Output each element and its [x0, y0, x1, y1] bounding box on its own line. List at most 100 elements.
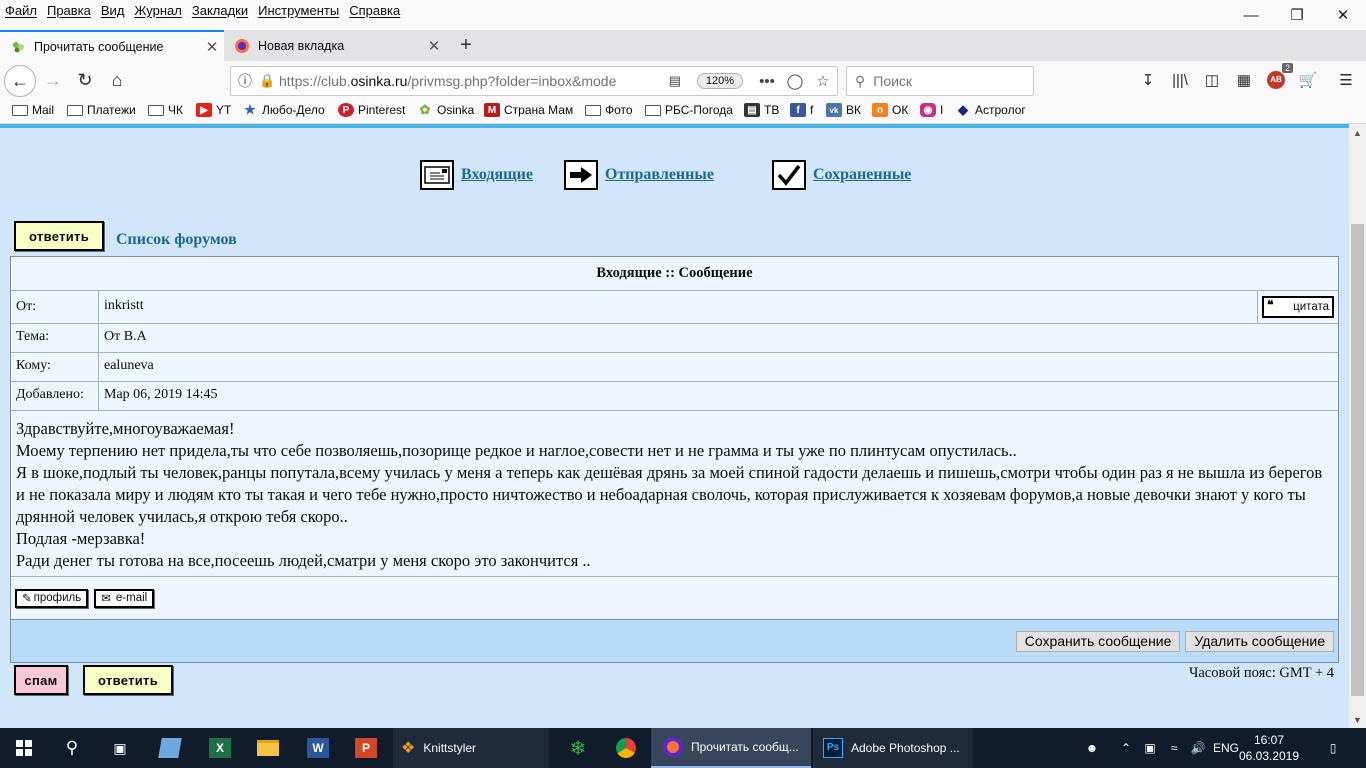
green-app-icon[interactable]: ❄ — [554, 728, 602, 768]
bookmarks-bar: Mail Платежи ЧК ▶ YT ★ Любо-Дело P Pinteres… — [0, 99, 1366, 124]
bookmark-chk[interactable]: ЧК — [148, 103, 183, 117]
volume-icon[interactable]: 🔊 — [1188, 728, 1208, 768]
close-tab-icon[interactable]: ✕ — [200, 38, 224, 56]
url-bar[interactable]: ⓘ 🔒 https://club.osinka.ru/privmsg.php?f… — [230, 66, 838, 96]
start-button[interactable] — [0, 728, 48, 768]
show-hidden-icons[interactable]: ⌃ — [1116, 728, 1136, 768]
bookmark-vk[interactable]: vk ВК — [826, 103, 861, 117]
menu-view[interactable]: Вид — [101, 3, 125, 18]
inbox-link[interactable]: Входящие — [461, 166, 533, 184]
reload-button[interactable]: ↻ — [70, 65, 100, 95]
new-tab-button[interactable]: + — [452, 30, 480, 61]
save-message-button[interactable]: Сохранить сообщение — [1015, 630, 1181, 652]
sidebar-icon[interactable]: ◫ — [1200, 69, 1224, 91]
saved-link[interactable]: Сохраненные — [813, 166, 911, 184]
bookmark-star-icon[interactable]: ☆ — [809, 72, 837, 90]
battery-icon[interactable]: ▣ — [1140, 728, 1160, 768]
forward-button[interactable]: → — [38, 65, 68, 95]
forum-list-link[interactable]: Список форумов — [116, 231, 237, 249]
menu-history[interactable]: Журнал — [134, 3, 181, 18]
body-line: Подлая -мерзавка! — [16, 529, 146, 548]
bookmark-lubodelo[interactable]: ★ Любо-Дело — [242, 102, 324, 117]
email-button[interactable]: ✉ e-mail — [94, 588, 155, 608]
bookmark-rbs[interactable]: РБС-Погода — [645, 103, 733, 117]
bookmark-stranamam[interactable]: M Страна Мам — [484, 103, 573, 117]
to-label: Кому: — [11, 353, 99, 381]
lock-icon[interactable]: 🔒 — [259, 73, 279, 89]
bookmark-astrolog[interactable]: ◆ Астролог — [955, 102, 1026, 117]
bookmark-facebook[interactable]: ff — [790, 103, 813, 117]
reply-button-top[interactable]: ответить — [14, 221, 104, 251]
sent-link[interactable]: Отправленные — [605, 166, 714, 184]
close-tab-icon[interactable]: ✕ — [422, 37, 446, 55]
back-button[interactable]: ← — [4, 65, 36, 97]
pocket-icon[interactable]: ◯ — [781, 72, 809, 90]
folder-sent[interactable]: Отправленные — [564, 160, 714, 190]
search-bar[interactable]: ⚲ — [846, 66, 1034, 96]
bookmark-ok[interactable]: o ОК — [872, 103, 908, 117]
hamburger-menu-icon[interactable]: ☰ — [1334, 69, 1358, 91]
reply-button-bottom[interactable]: ответить — [83, 665, 173, 695]
file-explorer-icon[interactable] — [244, 728, 292, 768]
restore-button[interactable]: ❐ — [1274, 0, 1320, 30]
notepad-app-icon[interactable] — [146, 728, 194, 768]
clock[interactable]: 16:07 06.03.2019 — [1238, 732, 1300, 764]
tab-new[interactable]: Новая вкладка ✕ — [224, 30, 446, 61]
date-label: Добавлено: — [11, 382, 99, 410]
folder-saved[interactable]: Сохраненные — [772, 160, 911, 190]
library-icon[interactable]: |||\ — [1168, 69, 1192, 91]
bookmark-pinterest[interactable]: P Pinterest — [338, 103, 405, 117]
close-window-button[interactable]: ✕ — [1320, 0, 1366, 30]
scroll-thumb[interactable] — [1351, 224, 1364, 696]
taskbar-photoshop-window[interactable]: Ps Adobe Photoshop ... — [813, 728, 973, 768]
extension-icon[interactable]: ▦ — [1232, 69, 1256, 91]
scroll-down-icon[interactable]: ▼ — [1349, 711, 1366, 728]
taskbar-firefox-window[interactable]: Прочитать сообщ... — [651, 728, 811, 768]
home-button[interactable]: ⌂ — [102, 65, 132, 95]
people-icon[interactable]: ☻ — [1080, 728, 1104, 768]
menu-edit[interactable]: Правка — [47, 3, 91, 18]
menu-bookmarks[interactable]: Закладки — [192, 3, 248, 18]
notifications-icon[interactable]: ▯ — [1322, 728, 1344, 768]
bookmark-yt[interactable]: ▶ YT — [196, 103, 231, 117]
tab-read-message[interactable]: Прочитать сообщение ✕ — [0, 30, 224, 61]
excel-app-icon[interactable]: X — [196, 728, 244, 768]
addon-badge: 2 — [1281, 63, 1293, 73]
scroll-up-icon[interactable]: ▲ — [1349, 124, 1366, 141]
bookmark-osinka[interactable]: ✿ Osinka — [417, 102, 475, 117]
bookmark-foto[interactable]: Фото — [585, 103, 633, 117]
clock-date: 06.03.2019 — [1238, 749, 1300, 763]
downloads-icon[interactable]: ↧ — [1136, 69, 1160, 91]
zoom-level[interactable]: 120% — [696, 73, 743, 89]
bookmark-platezhi[interactable]: Платежи — [67, 103, 136, 117]
folder-inbox[interactable]: Входящие — [420, 160, 533, 190]
spam-button[interactable]: спам — [14, 665, 68, 695]
language-indicator[interactable]: ENG — [1212, 728, 1240, 768]
chrome-app-icon[interactable] — [602, 728, 650, 768]
powerpoint-app-icon[interactable]: P — [342, 728, 390, 768]
menu-tools[interactable]: Инструменты — [258, 3, 339, 18]
bookmark-instagram[interactable]: ◉ I — [920, 103, 943, 117]
network-icon[interactable]: ≈ — [1164, 728, 1184, 768]
bookmark-mail[interactable]: Mail — [12, 103, 54, 117]
page-actions-icon[interactable]: ••• — [753, 73, 781, 90]
profile-button[interactable]: ✎ профиль — [15, 588, 89, 608]
delete-message-button[interactable]: Удалить сообщение — [1185, 630, 1334, 652]
quote-button[interactable]: ❝ цитата — [1262, 296, 1334, 318]
word-app-icon[interactable]: W — [294, 728, 342, 768]
task-view-icon[interactable]: ▣ — [96, 728, 144, 768]
minimize-button[interactable]: — — [1228, 0, 1274, 30]
adblock-icon[interactable]: AB 2 — [1264, 63, 1293, 91]
cart-icon[interactable]: 🛒 — [1296, 69, 1320, 91]
search-taskbar-icon[interactable]: ⚲ — [48, 728, 96, 768]
vertical-scrollbar[interactable]: ▲ ▼ — [1349, 124, 1366, 728]
info-icon[interactable]: ⓘ — [231, 71, 259, 91]
menu-file[interactable]: Файл — [5, 3, 37, 18]
taskbar-knittstyler[interactable]: ❖ Knittstyler — [393, 728, 549, 768]
bookmark-tv[interactable]: ▤ ТВ — [744, 103, 779, 117]
search-input[interactable] — [873, 73, 1014, 89]
url-text[interactable]: https://club.osinka.ru/privmsg.php?folde… — [279, 73, 661, 89]
search-icon: ⚲ — [855, 72, 866, 89]
reader-view-icon[interactable]: ▤ — [661, 73, 689, 89]
menu-help[interactable]: Справка — [349, 3, 400, 18]
